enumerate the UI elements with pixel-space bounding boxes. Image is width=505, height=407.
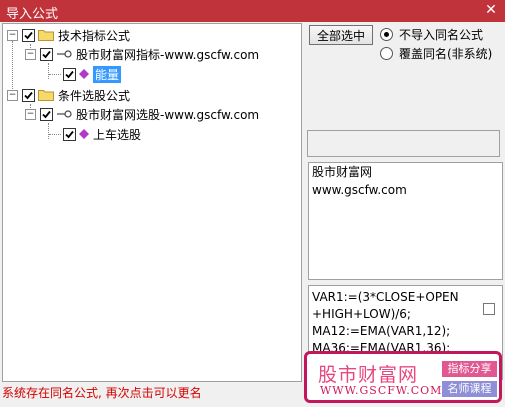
- tree-label-selected: 能量: [93, 65, 122, 83]
- key-icon: [57, 110, 72, 118]
- checkmark-icon: [24, 91, 33, 99]
- folder-icon: [38, 90, 54, 101]
- checkmark-icon: [65, 70, 74, 78]
- formula-tree[interactable]: − 技术指标公式 − 股市财富网指标-www.gscfw.com 能量 − 条件…: [2, 23, 302, 382]
- radio-label: 不导入同名公式: [399, 28, 484, 42]
- tree-node-selection-set[interactable]: − 股市财富网选股-www.gscfw.com: [25, 105, 259, 123]
- tree-line: [48, 123, 49, 139]
- collapse-icon[interactable]: −: [25, 48, 36, 60]
- tree-label: 上车选股: [93, 127, 142, 142]
- tree-node-indicator-set[interactable]: − 股市财富网指标-www.gscfw.com: [25, 45, 259, 63]
- tree-node-boarding[interactable]: 上车选股: [63, 125, 141, 143]
- formula-gem-icon: [79, 129, 89, 139]
- collapse-icon[interactable]: −: [25, 108, 36, 120]
- title-bar: 导入公式 ✕: [0, 0, 505, 22]
- checkbox-energy[interactable]: [63, 67, 76, 81]
- folder-icon: [38, 30, 54, 41]
- description-line: www.gscfw.com: [312, 183, 407, 197]
- collapse-icon[interactable]: −: [7, 29, 18, 41]
- status-message: 系统存在同名公式, 再次点击可以更名: [2, 386, 202, 400]
- checkbox-tech-indicators[interactable]: [22, 28, 35, 42]
- collapse-icon[interactable]: −: [7, 89, 18, 101]
- logo-tag: 指标分享: [442, 361, 497, 377]
- code-line: MA12:=EMA(VAR1,12);: [312, 324, 451, 338]
- checkmark-icon: [42, 110, 51, 118]
- checkbox-boarding[interactable]: [63, 127, 76, 141]
- tree-node-stock-selection[interactable]: − 条件选股公式: [7, 86, 130, 104]
- logo-tag: 名师课程: [442, 381, 497, 397]
- checkbox-stock-selection[interactable]: [22, 88, 35, 102]
- description-box: 股市财富网 www.gscfw.com: [308, 162, 503, 280]
- info-field: [307, 130, 500, 157]
- tree-line: [49, 134, 61, 135]
- logo-url: WWW.GSCFW.COM: [320, 384, 443, 397]
- select-all-button[interactable]: 全部选中: [309, 25, 373, 45]
- tree-node-tech-indicators[interactable]: − 技术指标公式: [7, 26, 130, 44]
- tree-label: 股市财富网指标-www.gscfw.com: [76, 47, 260, 62]
- tree-line: [49, 74, 61, 75]
- radio-label: 覆盖同名(非系统): [399, 47, 493, 61]
- window-title: 导入公式: [6, 7, 59, 22]
- radio-skip-duplicates[interactable]: 不导入同名公式: [380, 26, 483, 43]
- radio-overwrite-duplicates[interactable]: 覆盖同名(非系统): [380, 45, 492, 62]
- radio-dot-icon[interactable]: [380, 28, 393, 41]
- checkbox-indicator-set[interactable]: [40, 47, 53, 61]
- close-icon[interactable]: ✕: [483, 1, 499, 19]
- key-icon: [57, 50, 72, 58]
- code-line: +HIGH+LOW)/6;: [312, 307, 411, 321]
- tree-node-energy[interactable]: 能量: [63, 65, 122, 83]
- formula-gem-icon: [79, 69, 89, 79]
- description-line: 股市财富网: [312, 165, 373, 179]
- tree-label: 技术指标公式: [58, 28, 131, 43]
- code-line: VAR1:=(3*CLOSE+OPEN: [312, 290, 459, 304]
- tree-line: [48, 63, 49, 79]
- site-logo: 股市财富网 WWW.GSCFW.COM 指标分享 名师课程: [304, 351, 502, 403]
- logo-name: 股市财富网: [318, 364, 419, 386]
- scroll-toggle-checkbox[interactable]: [483, 303, 495, 315]
- checkmark-icon: [24, 31, 33, 39]
- tree-label: 条件选股公式: [58, 88, 131, 103]
- checkmark-icon: [42, 50, 51, 58]
- checkmark-icon: [65, 130, 74, 138]
- tree-label: 股市财富网选股-www.gscfw.com: [76, 107, 260, 122]
- radio-dot-icon[interactable]: [380, 47, 393, 60]
- checkbox-selection-set[interactable]: [40, 107, 53, 121]
